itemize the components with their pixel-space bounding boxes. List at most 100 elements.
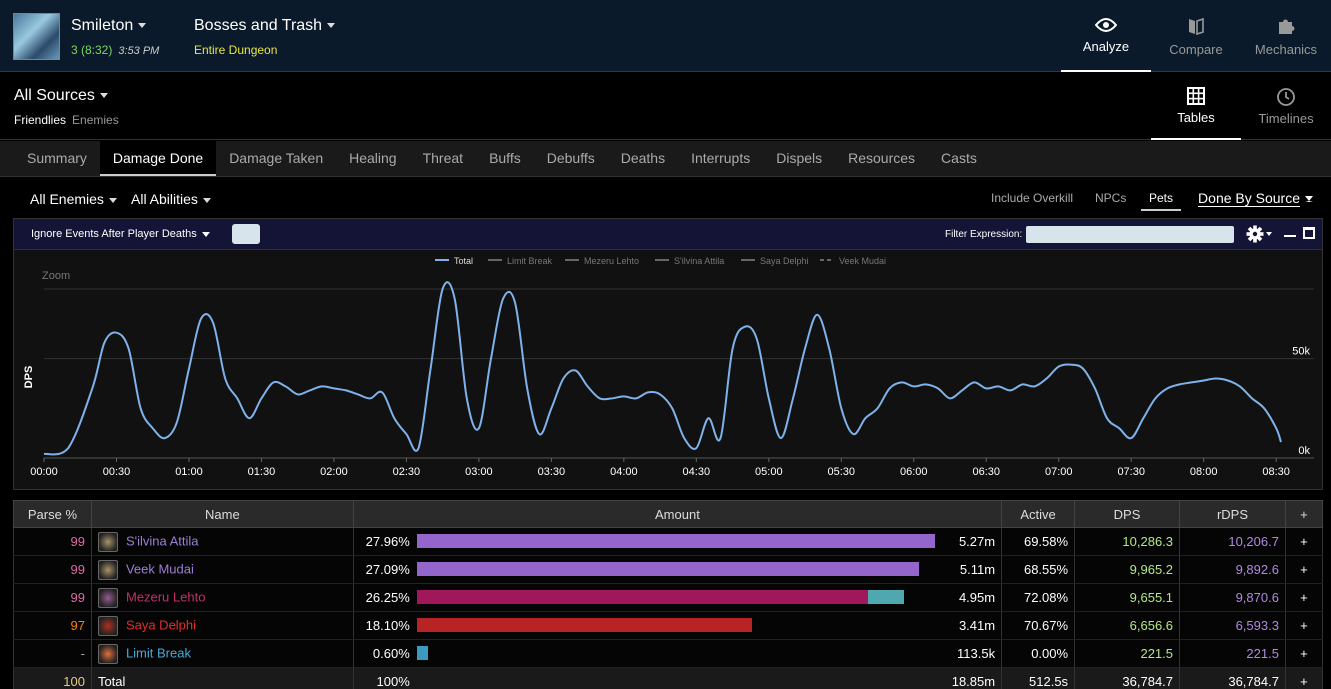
chevron-down-icon xyxy=(138,23,147,29)
minimize-button[interactable] xyxy=(1284,235,1296,237)
table-row[interactable]: 97 Saya Delphi 18.10% 3.41m 70.67% 6,656… xyxy=(13,611,1324,640)
header-amount[interactable]: Amount xyxy=(352,500,1003,528)
header-parse[interactable]: Parse % xyxy=(13,500,92,528)
player-name[interactable]: Veek Mudai xyxy=(126,561,194,576)
table-row[interactable]: - Limit Break 0.60% 113.5k 0.00% 221.5 2… xyxy=(13,639,1324,668)
x-tick-label: 08:00 xyxy=(1190,466,1218,478)
top-header: Smileton 3 (8:32) 3:53 PM Bosses and Tras… xyxy=(0,0,1331,72)
tab-healing[interactable]: Healing xyxy=(336,141,409,176)
enemies-toggle[interactable]: Enemies xyxy=(72,113,119,127)
legend-item[interactable]: Veek Mudai xyxy=(839,256,886,266)
x-tick-label: 04:00 xyxy=(610,466,638,478)
gear-icon xyxy=(1246,225,1272,243)
tab-summary[interactable]: Summary xyxy=(14,141,100,176)
legend-item[interactable]: Total xyxy=(454,256,473,266)
header-rdps[interactable]: rDPS xyxy=(1179,500,1286,528)
expand-row-button[interactable]: + xyxy=(1284,583,1324,612)
enemies-filter[interactable]: All Enemies xyxy=(30,191,117,207)
expand-row-button[interactable]: + xyxy=(1284,555,1324,584)
name-cell[interactable]: S'ilvina Attila xyxy=(90,527,354,556)
view-timelines[interactable]: Timelines xyxy=(1241,72,1331,140)
expand-row-button[interactable]: + xyxy=(1284,639,1324,668)
chart-legend: Total Limit Break Mezeru Lehto S'ilvina Att… xyxy=(435,256,886,266)
player-name[interactable]: Limit Break xyxy=(126,645,191,660)
tab-damage-done[interactable]: Damage Done xyxy=(99,141,217,176)
nav-mechanics[interactable]: Mechanics xyxy=(1241,0,1331,72)
table-row[interactable]: 99 Veek Mudai 27.09% 5.11m 68.55% 9,965.… xyxy=(13,555,1324,584)
fight-selector[interactable]: Bosses and Trash xyxy=(194,17,336,35)
parse-cell: 97 xyxy=(13,611,92,640)
tab-damage-taken[interactable]: Damage Taken xyxy=(216,141,336,176)
header-name[interactable]: Name xyxy=(90,500,354,528)
legend-item[interactable]: S'ilvina Attila xyxy=(674,256,724,266)
tab-dispels[interactable]: Dispels xyxy=(763,141,835,176)
player-name[interactable]: S'ilvina Attila xyxy=(126,533,199,548)
name-cell[interactable]: Mezeru Lehto xyxy=(90,583,354,612)
tab-buffs[interactable]: Buffs xyxy=(476,141,534,176)
limit-break-icon xyxy=(97,643,118,664)
npcs-toggle[interactable]: NPCs xyxy=(1095,191,1126,205)
player-name[interactable]: Mezeru Lehto xyxy=(126,589,206,604)
damage-table: Parse % Name Amount Active DPS rDPS + 99… xyxy=(13,500,1324,689)
done-by-selector[interactable]: Done By Source xyxy=(1198,190,1313,207)
expand-row-button[interactable]: + xyxy=(1284,527,1324,556)
character-thumbnail[interactable] xyxy=(13,13,60,60)
active-cell: 68.55% xyxy=(1001,555,1076,584)
source-selector[interactable]: All Sources xyxy=(14,87,108,105)
rdps-cell: 9,892.6 xyxy=(1179,555,1286,584)
tab-debuffs[interactable]: Debuffs xyxy=(534,141,608,176)
fight-subtitle[interactable]: Entire Dungeon xyxy=(194,43,277,57)
expand-row-button[interactable]: + xyxy=(1284,611,1324,640)
source-filter: Friendlies Enemies xyxy=(14,113,119,127)
include-overkill-toggle[interactable]: Include Overkill xyxy=(991,191,1073,205)
legend-item[interactable]: Limit Break xyxy=(507,256,553,266)
filter-bar: All Enemies All Abilities Include Overki… xyxy=(0,178,1331,218)
amount-bar xyxy=(416,646,428,660)
zoom-label[interactable]: Zoom xyxy=(42,270,70,282)
chevron-down-icon xyxy=(327,23,336,29)
view-tables[interactable]: Tables xyxy=(1151,72,1241,140)
legend-item[interactable]: Mezeru Lehto xyxy=(584,256,639,266)
tab-threat[interactable]: Threat xyxy=(410,141,476,176)
header-active[interactable]: Active xyxy=(1001,500,1076,528)
source-title: All Sources xyxy=(14,87,95,104)
parse-value: 99 xyxy=(70,562,85,577)
ignore-deaths-dropdown[interactable]: Ignore Events After Player Deaths xyxy=(31,228,210,240)
clock-icon xyxy=(1277,87,1295,106)
maximize-button[interactable] xyxy=(1303,227,1315,239)
friendlies-toggle[interactable]: Friendlies xyxy=(14,113,66,127)
header-dps[interactable]: DPS xyxy=(1074,500,1181,528)
report-time: 3:53 PM xyxy=(118,45,160,57)
tab-interrupts[interactable]: Interrupts xyxy=(678,141,763,176)
abilities-filter-label: All Abilities xyxy=(131,191,198,207)
settings-dropdown[interactable] xyxy=(1246,225,1276,246)
player-name[interactable]: Saya Delphi xyxy=(126,617,196,632)
character-selector[interactable]: Smileton xyxy=(71,17,147,35)
grid-icon xyxy=(1187,86,1205,105)
ignore-deaths-toggle[interactable] xyxy=(232,224,260,244)
dps-cell: 9,655.1 xyxy=(1074,583,1181,612)
chevron-down-icon xyxy=(99,93,108,99)
view-timelines-label: Timelines xyxy=(1258,110,1314,126)
name-cell[interactable]: Veek Mudai xyxy=(90,555,354,584)
report-tabs: Summary Damage Done Damage Taken Healing… xyxy=(0,141,1331,177)
header-add-column[interactable]: + xyxy=(1284,500,1324,528)
parse-value: 99 xyxy=(70,590,85,605)
pets-toggle[interactable]: Pets xyxy=(1141,191,1182,211)
nav-analyze[interactable]: Analyze xyxy=(1061,0,1151,72)
table-row[interactable]: 99 S'ilvina Attila 27.96% 5.27m 69.58% 1… xyxy=(13,527,1324,556)
expand-total-button[interactable]: + xyxy=(1284,667,1324,689)
legend-item[interactable]: Saya Delphi xyxy=(760,256,809,266)
tab-casts[interactable]: Casts xyxy=(928,141,990,176)
amount-bar xyxy=(416,618,752,632)
tab-deaths[interactable]: Deaths xyxy=(608,141,678,176)
abilities-filter[interactable]: All Abilities xyxy=(131,191,211,207)
tab-resources[interactable]: Resources xyxy=(835,141,928,176)
name-cell[interactable]: Limit Break xyxy=(90,639,354,668)
table-row[interactable]: 99 Mezeru Lehto 26.25% 4.95m 72.08% 9,65… xyxy=(13,583,1324,612)
x-ticks: 00:00 00:30 01:00 01:30 02:00 02:30 03:00 03:30… xyxy=(30,458,1290,478)
filter-expression-input[interactable] xyxy=(1026,226,1234,243)
nav-compare[interactable]: Compare xyxy=(1151,0,1241,72)
dps-chart[interactable]: Total Limit Break Mezeru Lehto S'ilvina Att… xyxy=(14,250,1322,489)
name-cell[interactable]: Saya Delphi xyxy=(90,611,354,640)
